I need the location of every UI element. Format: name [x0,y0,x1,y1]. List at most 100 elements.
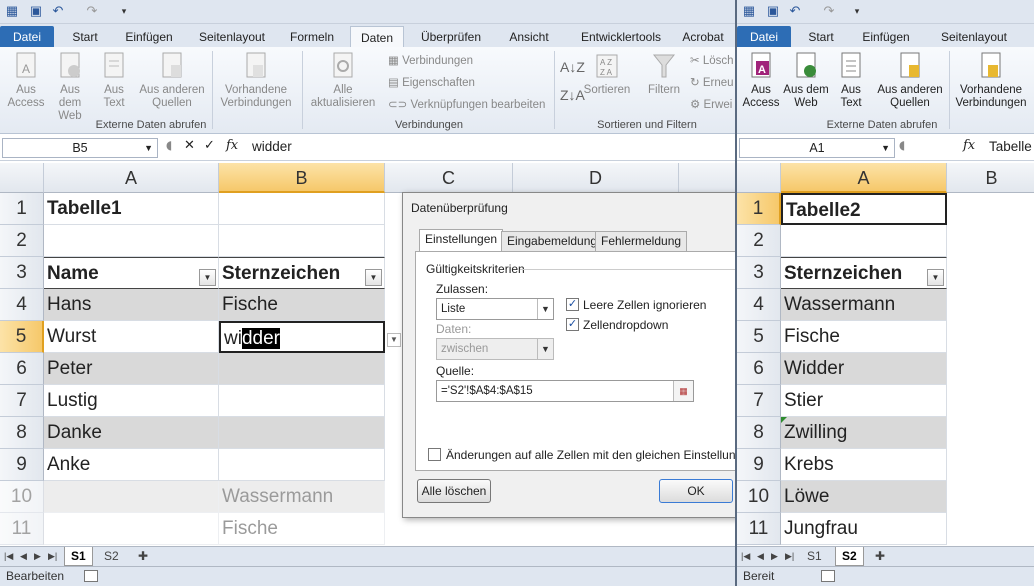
new-sheet-icon[interactable]: ✚ [869,547,891,566]
formula-input[interactable]: widder [252,139,292,154]
cell-a8[interactable]: Zwilling [781,417,947,449]
row-header[interactable]: 5 [737,321,781,353]
source-input[interactable]: ='S2'!$A$4:$A$15 ▦ [436,380,694,402]
cell-a4[interactable]: Hans [44,289,219,321]
row-header[interactable]: 4 [0,289,44,321]
row-header[interactable]: 2 [737,225,781,257]
ok-button[interactable]: OK [659,479,733,503]
cell-a10[interactable] [44,481,219,513]
tab-view[interactable]: Ansicht [498,26,560,48]
cell-a6[interactable]: Widder [781,353,947,385]
tab-data[interactable]: Daten [350,26,404,48]
confirm-icon[interactable]: ✓ [204,138,215,153]
properties-button[interactable]: ▤ Eigenschaften [388,73,475,93]
row-header[interactable]: 7 [0,385,44,417]
apply-all-checkbox[interactable] [428,448,441,461]
col-header-e[interactable] [679,163,736,193]
cell-a9[interactable]: Krebs [781,449,947,481]
cell-b6[interactable] [219,353,385,385]
from-text-button[interactable]: Aus Text [94,51,134,110]
customize-qat-icon[interactable]: ▾ [849,3,865,19]
cell-a2[interactable] [44,225,219,257]
table-header-name[interactable]: Name ▼ [44,257,219,289]
row-header[interactable]: 11 [0,513,44,545]
connections-button[interactable]: ▦ Verbindungen [388,51,473,71]
range-picker-icon[interactable]: ▦ [673,381,693,401]
tab-insert[interactable]: Einfügen [851,26,921,48]
filter-dropdown-icon[interactable]: ▼ [365,269,382,286]
col-header-d[interactable]: D [513,163,679,193]
tab-acrobat[interactable]: Acrobat [676,26,730,48]
last-sheet-icon[interactable]: ▶| [46,547,59,566]
dropdown-item[interactable]: Wassermann [219,481,385,513]
cell-a8[interactable]: Danke [44,417,219,449]
row-header[interactable]: 6 [0,353,44,385]
existing-connections-button[interactable]: Vorhandene Verbindungen [214,51,298,110]
row-header[interactable]: 6 [737,353,781,385]
col-header-c[interactable]: C [385,163,513,193]
select-all-corner[interactable] [737,163,781,193]
sheet-tab-s2[interactable]: S2 [98,547,125,566]
from-web-button[interactable]: Aus dem Web [783,51,829,110]
cell-a2[interactable] [781,225,947,257]
undo-icon[interactable]: ↶ [50,3,66,19]
select-all-corner[interactable] [0,163,44,193]
row-header[interactable]: 10 [0,481,44,513]
next-sheet-icon[interactable]: ▶ [32,547,43,566]
function-icon[interactable]: fx [963,138,975,153]
sheet-tab-s1[interactable]: S1 [801,547,828,566]
cell-b9[interactable] [219,449,385,481]
table-header-zodiac[interactable]: Sternzeichen ▼ [781,257,947,289]
redo-icon[interactable]: ↷ [84,3,100,19]
tab-review[interactable]: Überprüfen [408,26,494,48]
col-header-a[interactable]: A [44,163,219,193]
col-header-a[interactable]: A [781,163,947,193]
row-header[interactable]: 4 [737,289,781,321]
cell-a5[interactable]: Fische [781,321,947,353]
tab-file[interactable]: Datei [0,26,54,48]
row-header[interactable]: 1 [0,193,44,225]
active-cell-b5[interactable]: widder [219,321,385,353]
filter-dropdown-icon[interactable]: ▼ [199,269,216,286]
data-select[interactable]: zwischen ▼ [436,338,554,360]
sheet-grid[interactable]: A B 1 Tabelle2 2 3 Sternzeichen ▼ 4 Wasse… [737,163,1034,546]
dropdown-item[interactable]: Fische [219,513,385,545]
tab-settings[interactable]: Einstellungen [419,229,504,252]
edit-links-button[interactable]: ⊂⊃ Verknüpfungen bearbeiten [388,95,545,115]
col-header-b[interactable]: B [219,163,385,193]
from-other-sources-button[interactable]: Aus anderen Quellen [873,51,947,110]
advanced-filter-button[interactable]: ⚙ Erwei [690,95,732,115]
from-access-button[interactable]: A Aus Access [4,51,48,110]
row-header[interactable]: 11 [737,513,781,545]
tab-start[interactable]: Start [795,26,847,48]
cell-a11[interactable]: Jungfrau [781,513,947,545]
row-header[interactable]: 5 [0,321,44,353]
prev-sheet-icon[interactable]: ◀ [755,547,766,566]
cell-dropdown-checkbox[interactable]: ✓ [566,318,579,331]
tab-page-layout[interactable]: Seitenlayout [929,26,1019,48]
cell-a5[interactable]: Wurst [44,321,219,353]
name-box[interactable]: A1 ▼ [739,138,895,158]
macro-record-icon[interactable] [84,570,98,582]
tab-page-layout[interactable]: Seitenlayout [188,26,276,48]
filter-dropdown-icon[interactable]: ▼ [927,269,944,286]
row-header[interactable]: 3 [737,257,781,289]
new-sheet-icon[interactable]: ✚ [132,547,154,566]
first-sheet-icon[interactable]: |◀ [739,547,752,566]
col-header-b[interactable]: B [947,163,1034,193]
from-web-button[interactable]: Aus dem Web [48,51,92,123]
undo-icon[interactable]: ↶ [787,3,803,19]
tab-formulas[interactable]: Formeln [280,26,344,48]
next-sheet-icon[interactable]: ▶ [769,547,780,566]
function-icon[interactable]: fx [226,138,238,153]
cell-a10[interactable]: Löwe [781,481,947,513]
row-header[interactable]: 2 [0,225,44,257]
sheet-tab-s2[interactable]: S2 [835,547,864,566]
redo-icon[interactable]: ↷ [821,3,837,19]
cell-b8[interactable] [219,417,385,449]
customize-qat-icon[interactable]: ▾ [116,3,132,19]
cell-b4[interactable]: Fische [219,289,385,321]
cell-b2[interactable] [219,225,385,257]
refresh-all-button[interactable]: Alle aktualisieren [304,51,382,110]
save-icon[interactable]: ▣ [28,3,44,19]
